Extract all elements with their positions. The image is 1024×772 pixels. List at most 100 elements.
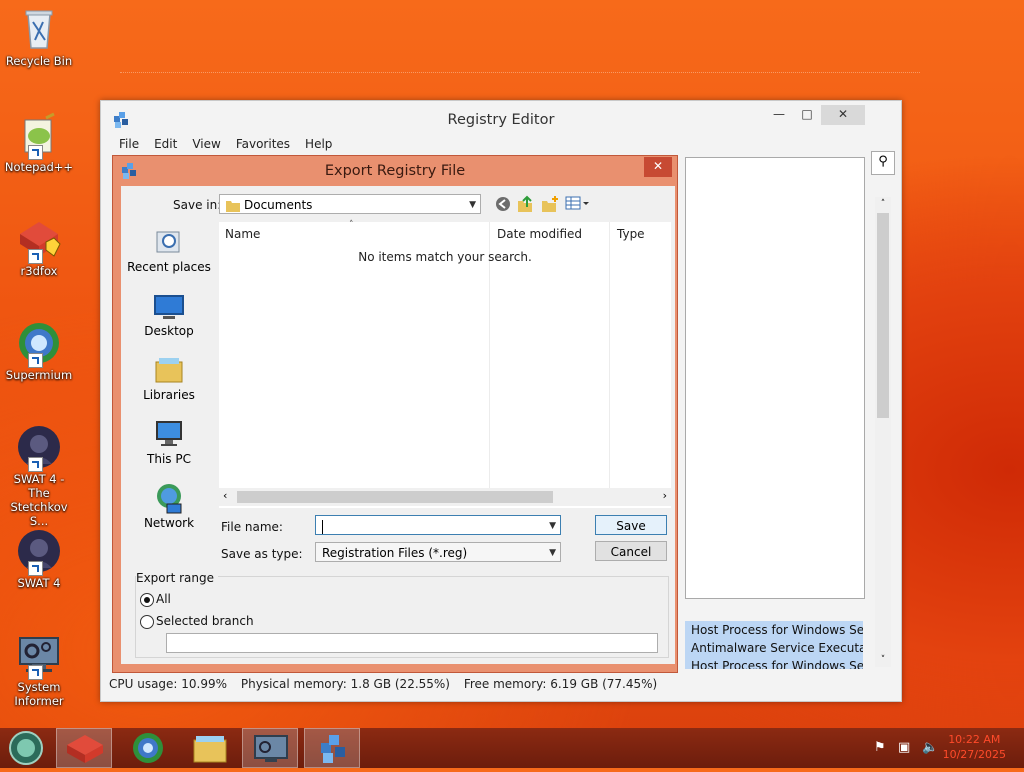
swat4-stetchkov-icon (16, 424, 62, 472)
new-folder-icon[interactable] (541, 195, 559, 216)
save-as-type-dropdown[interactable]: Registration Files (*.reg) ▼ (315, 542, 561, 562)
places-bar: Recent places Desktop Libraries This PC … (125, 222, 213, 530)
radio-all-label[interactable]: All (156, 592, 171, 606)
chevron-down-icon: ▼ (549, 548, 556, 558)
desktop-icon-label: Notepad++ (4, 160, 74, 174)
r3dfox-icon (16, 216, 62, 264)
column-type[interactable]: Type (617, 222, 645, 246)
network-icon (153, 482, 185, 514)
volume-muted-icon[interactable]: 🔈 (922, 740, 938, 755)
place-this-pc[interactable]: This PC (125, 418, 213, 478)
export-registry-dialog[interactable]: Export Registry File ✕ Save in: Document… (112, 155, 678, 673)
recycle-bin-icon (16, 6, 62, 52)
menu-file[interactable]: File (119, 137, 139, 151)
menu-favorites[interactable]: Favorites (236, 137, 290, 151)
file-name-label: File name: (221, 520, 283, 534)
back-icon[interactable] (495, 196, 511, 215)
desktop-icon-system-informer[interactable]: System Informer (2, 632, 76, 708)
minimize-button[interactable]: — (765, 105, 793, 125)
cancel-button[interactable]: Cancel (595, 541, 667, 561)
dialog-close-button[interactable]: ✕ (644, 157, 672, 177)
chevron-down-icon: ▼ (469, 200, 476, 210)
menu-edit[interactable]: Edit (154, 137, 177, 151)
taskbar-r3dfox[interactable] (56, 728, 112, 768)
folder-icon (226, 198, 240, 218)
branch-path-input[interactable] (166, 633, 658, 653)
menu-help[interactable]: Help (305, 137, 332, 151)
this-pc-icon (153, 418, 185, 450)
desktop-icon-notepad-plus-plus[interactable]: Notepad++ (2, 112, 76, 174)
place-label: Desktop (144, 324, 194, 338)
save-in-dropdown[interactable]: Documents ▼ (219, 194, 481, 214)
desktop-icon-r3dfox[interactable]: r3dfox (2, 216, 76, 278)
empty-message: No items match your search. (358, 250, 532, 264)
physical-memory: Physical memory: 1.8 GB (22.55%) (240, 677, 450, 691)
list-item[interactable]: Host Process for Windows Ser... (685, 621, 863, 639)
taskbar-supermium[interactable] (120, 728, 176, 768)
file-name-input[interactable]: ▼ (315, 515, 561, 535)
place-desktop[interactable]: Desktop (125, 290, 213, 350)
start-button[interactable] (0, 728, 56, 768)
system-clock[interactable]: 10:22 AM 10/27/2025 (943, 732, 1006, 762)
desktop-icon-label: r3dfox (20, 264, 58, 278)
column-date-modified[interactable]: Date modified (497, 222, 582, 246)
regedit-scrollbar[interactable]: ˄ ˅ (875, 197, 891, 667)
scroll-left-icon[interactable]: ‹ (223, 489, 227, 502)
regedit-titlebar[interactable]: Registry Editor — □ ✕ (101, 101, 901, 137)
cpu-usage: CPU usage: 10.99% (109, 677, 228, 691)
radio-selected-branch-label[interactable]: Selected branch (156, 614, 254, 628)
view-menu-icon[interactable] (565, 195, 591, 214)
taskbar-file-explorer[interactable] (182, 728, 238, 768)
scroll-right-icon[interactable]: › (663, 489, 667, 502)
close-button[interactable]: ✕ (821, 105, 865, 125)
system-informer-icon (254, 735, 288, 762)
up-folder-icon[interactable] (517, 195, 535, 216)
place-recent[interactable]: Recent places (125, 226, 213, 286)
horizontal-scrollbar[interactable]: ‹ › (219, 488, 671, 506)
desktop-icon-recycle-bin[interactable]: Recycle Bin (2, 6, 76, 68)
scroll-down-icon[interactable]: ˅ (875, 653, 891, 667)
desktop-icon (153, 290, 185, 322)
file-explorer-icon (193, 736, 227, 763)
scroll-thumb[interactable] (237, 491, 553, 503)
desktop-icon-swat4-stetchkov[interactable]: SWAT 4 - The Stetchkov S... (2, 424, 76, 528)
scroll-thumb[interactable] (877, 213, 889, 418)
maximize-button[interactable]: □ (793, 105, 821, 125)
desktop-icon-supermium[interactable]: Supermium (2, 320, 76, 382)
save-button[interactable]: Save (595, 515, 667, 535)
libraries-icon (153, 354, 185, 386)
radio-selected-branch[interactable] (140, 615, 154, 629)
free-memory: Free memory: 6.19 GB (77.45%) (463, 677, 658, 691)
supermium-icon (16, 320, 62, 368)
file-list[interactable]: Name ˄ Date modified Type No items match… (219, 220, 671, 508)
search-icon[interactable]: ⚲ (871, 151, 895, 175)
scroll-up-icon[interactable]: ˄ (875, 197, 891, 211)
desktop-icon-swat4[interactable]: SWAT 4 (2, 528, 76, 590)
place-label: Recent places (127, 260, 211, 274)
regedit-menubar: File Edit View Favorites Help (109, 137, 337, 155)
desktop-icon-label: SWAT 4 - The Stetchkov S... (10, 472, 68, 528)
list-item[interactable]: Antimalware Service Executable (685, 639, 863, 657)
desktop-icon-label: SWAT 4 (17, 576, 61, 590)
radio-all[interactable] (140, 593, 154, 607)
text-caret (322, 519, 323, 534)
clock-time: 10:22 AM (948, 733, 1001, 746)
list-item[interactable]: Host Process for Windows Ser... (685, 657, 863, 669)
place-libraries[interactable]: Libraries (125, 354, 213, 414)
menu-view[interactable]: View (192, 137, 220, 151)
taskbar-regedit[interactable] (304, 728, 360, 768)
export-range-label: Export range (136, 571, 218, 585)
regedit-values-pane[interactable] (685, 157, 865, 599)
network-status-icon[interactable]: ▣ (898, 740, 910, 755)
place-label: Network (143, 516, 195, 530)
process-list: Host Process for Windows Ser... Antimalw… (685, 621, 863, 669)
column-name[interactable]: Name (225, 222, 260, 246)
taskbar-system-informer[interactable] (242, 728, 298, 768)
swat4-icon (16, 528, 62, 576)
r3dfox-icon (67, 735, 103, 763)
desktop-icon-label: Recycle Bin (5, 54, 73, 68)
taskbar: ⚑ ▣ 🔈 10:22 AM 10/27/2025 (0, 728, 1024, 768)
place-network[interactable]: Network (125, 482, 213, 542)
action-center-flag-icon[interactable]: ⚑ (874, 740, 886, 755)
regedit-icon (321, 735, 345, 763)
